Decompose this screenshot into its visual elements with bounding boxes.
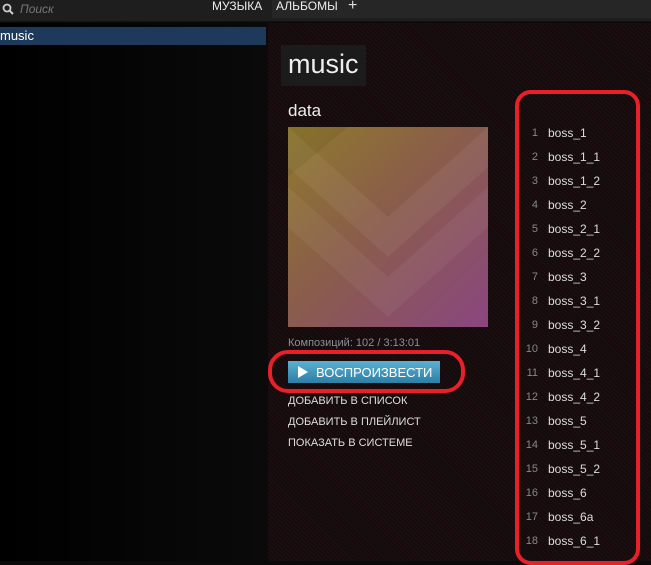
search-placeholder: Поиск — [20, 2, 54, 16]
track-title: boss_4 — [548, 342, 587, 356]
album-title: music — [281, 45, 366, 86]
play-icon — [298, 366, 308, 378]
track-number: 14 — [525, 439, 538, 451]
track-title: boss_5 — [548, 414, 587, 428]
sidebar-item-music[interactable]: music — [0, 27, 266, 45]
track-row[interactable]: 3 boss_1_2 — [520, 169, 640, 193]
track-title: boss_1 — [548, 126, 587, 140]
tab-albums[interactable]: АЛЬБОМЫ — [272, 0, 651, 18]
track-number: 6 — [531, 247, 538, 259]
track-title: boss_3_2 — [548, 318, 601, 332]
track-title: boss_1_2 — [548, 174, 601, 188]
track-row[interactable]: 7 boss_3 — [520, 265, 640, 289]
track-title: boss_6_1 — [548, 534, 601, 548]
sidebar: music — [0, 23, 268, 561]
track-number: 2 — [531, 151, 538, 163]
track-count: Композиций: 102 / 3:13:01 — [288, 337, 421, 349]
track-row[interactable]: 10 boss_4 — [520, 337, 640, 361]
track-title: boss_2 — [548, 198, 587, 212]
track-number: 15 — [525, 463, 538, 475]
track-row[interactable]: 16 boss_6 — [520, 481, 640, 505]
track-number: 11 — [526, 367, 538, 379]
track-row[interactable]: 2 boss_1_1 — [520, 145, 640, 169]
show-in-system-link[interactable]: ПОКАЗАТЬ В СИСТЕМЕ — [288, 437, 413, 449]
track-title: boss_6 — [548, 486, 587, 500]
track-row[interactable]: 12 boss_4_2 — [520, 385, 640, 409]
track-number: 7 — [531, 271, 538, 283]
play-button[interactable]: ВОСПРОИЗВЕСТИ — [288, 361, 440, 383]
add-to-list-link[interactable]: ДОБАВИТЬ В СПИСОК — [288, 395, 407, 407]
track-row[interactable]: 1 boss_1 — [520, 121, 640, 145]
track-number: 18 — [525, 535, 538, 547]
track-number: 13 — [525, 415, 538, 427]
track-row[interactable]: 4 boss_2 — [520, 193, 640, 217]
top-bar: Поиск МУЗЫКА АЛЬБОМЫ + — [0, 0, 651, 22]
track-title: boss_3 — [548, 270, 587, 284]
track-number: 10 — [525, 343, 538, 355]
play-label: ВОСПРОИЗВЕСТИ — [316, 364, 433, 380]
track-number: 17 — [525, 511, 538, 523]
track-title: boss_2_2 — [548, 246, 601, 260]
track-title: boss_1_1 — [548, 150, 601, 164]
search-icon — [2, 3, 14, 15]
track-title: boss_2_1 — [548, 222, 601, 236]
track-row[interactable]: 13 boss_5 — [520, 409, 640, 433]
track-row[interactable]: 17 boss_6a — [520, 505, 640, 529]
album-cover — [288, 127, 488, 327]
album-artist: data — [288, 101, 322, 120]
track-title: boss_5_2 — [548, 462, 601, 476]
track-number: 12 — [525, 391, 538, 403]
track-number: 9 — [531, 319, 538, 331]
track-title: boss_4_2 — [548, 390, 601, 404]
tab-music[interactable]: МУЗЫКА — [212, 0, 262, 18]
track-title: boss_5_1 — [548, 438, 601, 452]
add-tab-button[interactable]: + — [348, 0, 357, 15]
track-number: 16 — [525, 487, 538, 499]
track-number: 3 — [531, 175, 538, 187]
track-number: 5 — [531, 223, 538, 235]
track-title: boss_4_1 — [548, 366, 601, 380]
track-row[interactable]: 14 boss_5_1 — [520, 433, 640, 457]
track-number: 4 — [531, 199, 538, 211]
track-row[interactable]: 11 boss_4_1 — [520, 361, 640, 385]
add-to-playlist-link[interactable]: ДОБАВИТЬ В ПЛЕЙЛИСТ — [288, 416, 421, 428]
track-row[interactable]: 18 boss_6_1 — [520, 529, 640, 553]
track-row[interactable]: 5 boss_2_1 — [520, 217, 640, 241]
track-row[interactable]: 9 boss_3_2 — [520, 313, 640, 337]
track-number: 1 — [531, 127, 538, 139]
track-row[interactable]: 6 boss_2_2 — [520, 241, 640, 265]
track-row[interactable]: 8 boss_3_1 — [520, 289, 640, 313]
track-title: boss_6a — [548, 510, 594, 524]
track-title: boss_3_1 — [548, 294, 601, 308]
track-number: 8 — [531, 295, 538, 307]
track-list: 1 boss_1 2 boss_1_1 3 boss_1_2 4 boss_2 5 boss_2_… — [520, 121, 640, 553]
track-row[interactable]: 15 boss_5_2 — [520, 457, 640, 481]
